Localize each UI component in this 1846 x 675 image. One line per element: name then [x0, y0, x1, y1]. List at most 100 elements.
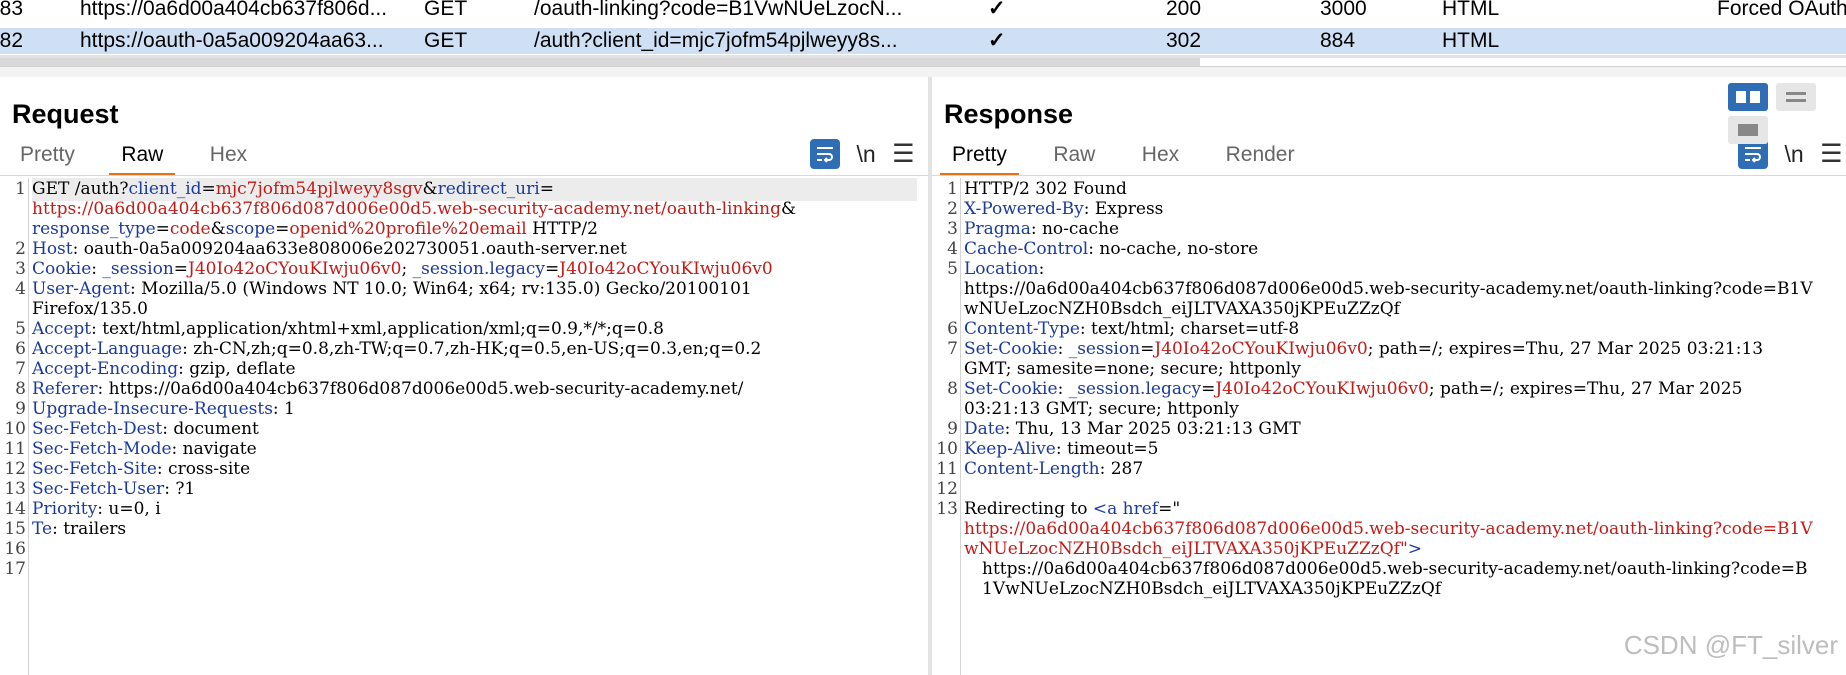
body-text: https://0a6d00a404cb637f806d087d006e00d5… [982, 559, 1808, 579]
header-name: Set-Cookie [964, 339, 1058, 359]
header-value: : document [162, 419, 259, 439]
body-text: 1VwNUeLzocNZH0Bsdch_eiJLTVAXA350jKPEuZZz… [982, 579, 1442, 599]
tab-raw[interactable]: Raw [1041, 139, 1107, 173]
layout-stacked-icon[interactable] [1776, 83, 1817, 111]
header-name: Priority [32, 499, 98, 519]
response-editor[interactable]: 1 HTTP/2 302 Found 2 X-Powered-By: Express… [932, 178, 1846, 675]
history-cell-mime: HTML [1442, 0, 1500, 20]
header-name: Cookie [32, 259, 92, 279]
attr-value: wNUeLzocNZH0Bsdch_eiJLTVAXA350jKPEuZZzQf… [964, 539, 1408, 559]
header-name: Content-Length [964, 459, 1100, 479]
header-value: ; path=/; expires=Thu, 27 Mar 2025 03:21… [1367, 339, 1764, 359]
request-editor[interactable]: 1 GET /auth?client_id=mjc7jofm54pjlweyy8s… [0, 178, 928, 675]
param-value: code [169, 219, 211, 239]
header-value: : 287 [1099, 459, 1144, 479]
status-line: HTTP/2 302 Found [964, 179, 1127, 199]
header-value: : no-cache [1030, 219, 1120, 239]
param-name: response_type [32, 219, 156, 239]
html-tag: <a [1092, 499, 1123, 519]
header-value: : text/html; charset=utf-8 [1079, 319, 1300, 339]
history-cell-length: 884 [1320, 29, 1356, 52]
tab-raw[interactable]: Raw [109, 139, 176, 176]
horizontal-scrollbar[interactable] [0, 58, 1200, 66]
header-name: Cache-Control [964, 239, 1089, 259]
line-number: 7 [947, 339, 958, 359]
tab-pretty[interactable]: Pretty [940, 139, 1019, 176]
header-value: : Thu, 13 Mar 2025 03:21:13 GMT [1004, 419, 1301, 439]
layout-side-by-side-icon[interactable] [1728, 83, 1768, 111]
header-name: Accept [32, 319, 92, 339]
http-version: HTTP/2 [526, 219, 598, 239]
cookie-name: _session.legacy [412, 259, 546, 279]
history-cell-status: 200 [1166, 0, 1202, 20]
header-value: wNUeLzocNZH0Bsdch_eiJLTVAXA350jKPEuZZzQf [964, 299, 1400, 319]
history-cell-number: 983 [0, 0, 24, 20]
response-pane: Response Pretty Raw Hex Render \n ☰ 1 HTT… [932, 77, 1846, 675]
history-cell-host: https://0a6d00a404cb637f806d... [80, 0, 388, 20]
param-value: openid%20profile%20email [289, 219, 527, 239]
divider [932, 175, 1846, 176]
header-value: : timeout=5 [1055, 439, 1159, 459]
header-value: : text/html,application/xhtml+xml,applic… [91, 319, 664, 339]
header-name: Sec-Fetch-User [32, 479, 165, 499]
history-row[interactable]: 983 https://0a6d00a404cb637f806d... GET … [0, 0, 1846, 22]
header-name: Upgrade-Insecure-Requests [32, 399, 273, 419]
header-value: : https://0a6d00a404cb637f806d087d006e00… [97, 379, 744, 399]
header-value: : trailers [52, 519, 127, 539]
proxy-history-table: 983 https://0a6d00a404cb637f806d... GET … [0, 0, 1846, 56]
cookie-value: J40Io42oCYouKIwju06v0 [1215, 379, 1429, 399]
history-cell-url: /auth?client_id=mjc7jofm54pjlweyy8s... [534, 29, 898, 52]
tab-render[interactable]: Render [1214, 139, 1307, 173]
header-value: : oauth-0a5a009204aa633e808006e202730051… [72, 239, 627, 259]
header-value: 03:21:13 GMT; secure; httponly [964, 399, 1239, 419]
header-value: : navigate [171, 439, 257, 459]
history-cell-host: https://oauth-0a5a009204aa63... [80, 29, 384, 52]
cookie-name: _session.legacy [1068, 379, 1202, 399]
header-value: : no-cache, no-store [1088, 239, 1259, 259]
newline-toggle-icon[interactable]: \n [856, 141, 875, 168]
history-cell-length: 3000 [1320, 0, 1367, 20]
param-value: https://0a6d00a404cb637f806d087d006e00d5… [32, 199, 781, 219]
pane-splitter[interactable] [0, 66, 1846, 77]
request-line: GET /auth? [32, 179, 129, 199]
layout-single-icon[interactable] [1728, 116, 1768, 144]
tab-hex[interactable]: Hex [198, 139, 259, 173]
header-value: Firefox/135.0 [32, 299, 148, 319]
line-number: 8 [947, 379, 958, 399]
header-name: Sec-Fetch-Site [32, 459, 157, 479]
header-name: Accept-Encoding [32, 359, 179, 379]
header-name: Date [964, 419, 1005, 439]
cookie-name: _session [1068, 339, 1141, 359]
param-name: redirect_uri [437, 179, 540, 199]
history-cell-title: Forced OAuth [1717, 0, 1846, 20]
tab-hex[interactable]: Hex [1130, 139, 1191, 173]
tab-pretty[interactable]: Pretty [8, 139, 87, 173]
request-tabs: Pretty Raw Hex [8, 139, 277, 176]
param-name: client_id [128, 179, 202, 199]
hamburger-menu-icon[interactable]: ☰ [892, 139, 914, 169]
body-text: Redirecting to [964, 499, 1093, 519]
line-number: 5 [947, 259, 958, 279]
line-number: 13 [936, 499, 958, 519]
header-value: : [1038, 259, 1045, 279]
html-attr: href [1122, 499, 1159, 519]
code-line: 15 Te: trailers [4, 518, 127, 541]
header-name: Host [32, 239, 73, 259]
line-number: 1 [15, 179, 26, 199]
header-name: Accept-Language [32, 339, 183, 359]
line-number: 4 [15, 279, 26, 299]
layout-toggle-group [1728, 83, 1846, 149]
header-value: : gzip, deflate [178, 359, 296, 379]
param-value: mjc7jofm54pjlweyy8sgv [215, 179, 423, 199]
history-cell-params-check-icon: ✓ [988, 0, 1006, 20]
word-wrap-icon[interactable] [810, 139, 840, 169]
history-row-selected[interactable]: 982 https://oauth-0a5a009204aa63... GET … [0, 28, 1846, 54]
history-cell-mime: HTML [1442, 29, 1500, 52]
request-title: Request [12, 99, 119, 129]
param-name: scope [225, 219, 276, 239]
header-value: : u=0, i [97, 499, 161, 519]
header-value: https://0a6d00a404cb637f806d087d006e00d5… [964, 279, 1813, 299]
response-title: Response [944, 99, 1074, 129]
header-name: Sec-Fetch-Dest [32, 419, 163, 439]
code-line: 11 Content-Length: 287 [936, 458, 1144, 481]
